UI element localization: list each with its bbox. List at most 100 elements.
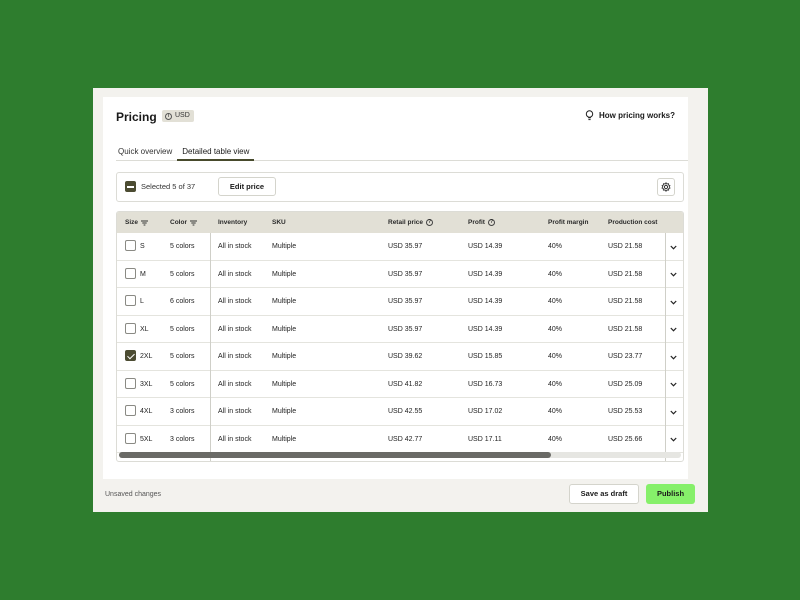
chevron-down-icon: [669, 410, 677, 415]
select-all-checkbox[interactable]: [125, 181, 136, 192]
cell-profit: USD 17.02: [468, 408, 503, 415]
table-row: S 5 colors All in stock Multiple USD 35.97 US…: [117, 233, 683, 261]
cell-color: 3 colors: [170, 408, 195, 415]
page-title: Pricing: [116, 110, 157, 124]
row-checkbox[interactable]: [125, 267, 136, 279]
column-header-sku: SKU: [272, 212, 286, 233]
cell-profit: USD 16.73: [468, 380, 503, 388]
cell-retail-price: USD 35.97: [388, 243, 423, 250]
expand-row-button[interactable]: [667, 407, 679, 417]
row-checkbox[interactable]: [125, 295, 136, 306]
cell-sku: Multiple: [272, 270, 297, 278]
cell-production-cost: USD 25.66: [608, 435, 643, 443]
table-row: 3XL 5 colors All in stock Multiple USD 41.82…: [117, 371, 683, 398]
cell-sku: Multiple: [272, 298, 297, 305]
table-row: 5XL 3 colors All in stock Multiple USD 42.77…: [117, 426, 683, 453]
column-header-profit: Profit ?: [468, 212, 495, 233]
help-link-label: How pricing works?: [598, 111, 675, 120]
cell-color: 5 colors: [170, 325, 195, 333]
cell-profit-margin: 40%: [548, 270, 563, 278]
cell-size: 2XL: [140, 353, 153, 360]
row-checkbox[interactable]: [125, 405, 136, 416]
table-row: 4XL 3 colors All in stock Multiple USD 42.55…: [117, 398, 683, 426]
chevron-down-icon: [669, 272, 677, 277]
cell-production-cost: USD 23.77: [608, 353, 643, 360]
column-color-label: Color: [170, 219, 187, 226]
chevron-down-icon: [669, 355, 677, 360]
cell-retail-price: USD 42.55: [388, 408, 423, 415]
row-checkbox[interactable]: [125, 377, 136, 389]
expand-row-button[interactable]: [667, 270, 679, 280]
cell-profit-margin: 40%: [548, 408, 563, 415]
cell-size: S: [140, 243, 145, 250]
table-settings-button[interactable]: [657, 178, 675, 196]
table-row: XL 5 colors All in stock Multiple USD 35.97 U…: [117, 316, 683, 343]
chevron-down-icon: [669, 300, 677, 305]
cell-profit: USD 15.85: [468, 353, 503, 360]
cell-sku: Multiple: [272, 380, 297, 388]
action-column-divider: [665, 233, 666, 461]
expand-row-button[interactable]: [667, 352, 679, 362]
info-circle-icon: i: [165, 112, 172, 120]
cell-inventory: All in stock: [218, 435, 252, 443]
scrollbar-thumb[interactable]: [119, 452, 551, 458]
column-header-size[interactable]: Size: [125, 212, 149, 233]
row-checkbox[interactable]: [125, 322, 136, 334]
row-checkbox[interactable]: [125, 432, 136, 444]
chevron-down-icon: [669, 327, 677, 332]
tab-quick-overview[interactable]: Quick overview: [116, 143, 177, 161]
cell-production-cost: USD 21.58: [608, 325, 643, 333]
cell-color: 6 colors: [170, 298, 195, 305]
cell-size: 3XL: [140, 380, 153, 388]
cell-production-cost: USD 21.58: [608, 270, 643, 278]
cell-inventory: All in stock: [218, 298, 252, 305]
expand-row-button[interactable]: [667, 242, 679, 252]
cell-color: 5 colors: [170, 243, 195, 250]
row-checkbox[interactable]: [125, 240, 136, 251]
cell-size: XL: [140, 325, 149, 333]
cell-production-cost: USD 25.53: [608, 408, 643, 415]
cell-sku: Multiple: [272, 408, 297, 415]
column-inventory-label: Inventory: [218, 219, 248, 226]
edit-price-button[interactable]: Edit price: [218, 177, 276, 196]
publish-button[interactable]: Publish: [646, 484, 695, 504]
table-row: L 6 colors All in stock Multiple USD 35.97 US…: [117, 288, 683, 316]
cell-retail-price: USD 35.97: [388, 270, 423, 278]
view-tabs: Quick overview Detailed table view: [116, 143, 688, 161]
cell-inventory: All in stock: [218, 353, 252, 360]
table-row: M 5 colors All in stock Multiple USD 35.97 US…: [117, 261, 683, 288]
expand-row-button[interactable]: [667, 380, 679, 390]
expand-row-button[interactable]: [667, 297, 679, 307]
cell-profit-margin: 40%: [548, 353, 563, 360]
cell-profit-margin: 40%: [548, 380, 563, 388]
cell-profit: USD 14.39: [468, 270, 503, 278]
cell-retail-price: USD 39.62: [388, 353, 423, 360]
row-checkbox[interactable]: [125, 350, 136, 361]
cell-inventory: All in stock: [218, 270, 252, 278]
cell-production-cost: USD 21.58: [608, 298, 643, 305]
column-profit-label: Profit: [468, 219, 485, 226]
expand-row-button[interactable]: [667, 325, 679, 335]
column-header-retail-price: Retail price ?: [388, 212, 434, 233]
how-pricing-works-link[interactable]: How pricing works?: [585, 110, 675, 121]
cell-profit: USD 17.11: [468, 435, 502, 443]
column-profit-margin-label: Profit margin: [548, 219, 589, 226]
cell-size: M: [140, 270, 146, 278]
info-circle-icon[interactable]: ?: [426, 219, 434, 226]
save-as-draft-button[interactable]: Save as draft: [569, 484, 639, 504]
tab-detailed-table-view[interactable]: Detailed table view: [177, 143, 255, 161]
cell-profit-margin: 40%: [548, 325, 563, 333]
chevron-down-icon: [669, 245, 677, 250]
cell-color: 3 colors: [170, 435, 195, 443]
bulk-toolbar: Selected 5 of 37 Edit price: [116, 172, 684, 202]
cell-production-cost: USD 21.58: [608, 243, 643, 250]
cell-sku: Multiple: [272, 435, 297, 443]
cell-profit-margin: 40%: [548, 435, 563, 443]
info-circle-icon[interactable]: ?: [487, 219, 495, 226]
filter-sort-icon: [189, 220, 197, 225]
gear-icon: [661, 182, 671, 192]
horizontal-scrollbar[interactable]: [119, 452, 681, 458]
expand-row-button[interactable]: [667, 435, 679, 445]
column-header-color[interactable]: Color: [170, 212, 197, 233]
cell-inventory: All in stock: [218, 408, 252, 415]
